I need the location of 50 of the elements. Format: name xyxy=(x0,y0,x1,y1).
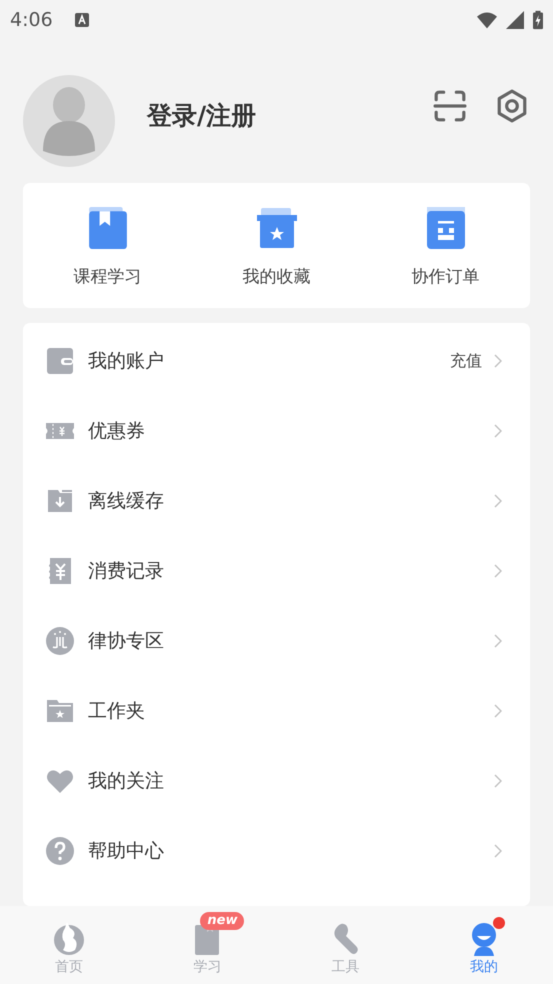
chevron-icon xyxy=(494,424,502,438)
menu-label: 工作夹 xyxy=(88,699,145,724)
battery-icon xyxy=(533,10,543,30)
new-badge: new xyxy=(200,912,244,930)
star-box-icon xyxy=(256,207,296,249)
menu-label: 消费记录 xyxy=(88,559,164,584)
menu-item[interactable]: 离线缓存 xyxy=(23,466,530,536)
download-folder-icon xyxy=(46,487,74,515)
creature-logo-icon xyxy=(52,922,86,956)
menu-item[interactable]: 我的账户 充值 xyxy=(23,326,530,396)
shortcut-label: 协作订单 xyxy=(412,266,480,288)
scan-icon[interactable] xyxy=(433,89,467,123)
chevron-icon xyxy=(494,704,502,718)
receipt-icon xyxy=(46,557,74,585)
menu-item[interactable]: 优惠券 xyxy=(23,396,530,466)
chevron-icon xyxy=(494,564,502,578)
status-time: 4:06 xyxy=(10,9,53,31)
menu-value: 充值 xyxy=(450,350,482,372)
signal-icon xyxy=(505,11,525,29)
menu-label: 我的关注 xyxy=(88,769,164,794)
chevron-icon xyxy=(494,844,502,858)
help-icon xyxy=(46,837,74,865)
menu-item[interactable]: 消费记录 xyxy=(23,536,530,606)
menu-label: 帮助中心 xyxy=(88,839,164,864)
menu-item[interactable]: 工作夹 xyxy=(23,676,530,746)
shortcut-label: 我的收藏 xyxy=(242,266,310,288)
wallet-icon xyxy=(46,347,74,375)
shortcut-item[interactable]: 协作订单 xyxy=(361,203,530,288)
chevron-icon xyxy=(494,494,502,508)
shortcut-item[interactable]: 课程学习 xyxy=(23,203,192,288)
menu-label: 离线缓存 xyxy=(88,489,164,514)
emblem-icon xyxy=(46,627,74,655)
menu-item[interactable]: 我的关注 xyxy=(23,746,530,816)
settings-icon[interactable] xyxy=(495,89,529,123)
shortcut-item[interactable]: 我的收藏 xyxy=(192,203,361,288)
order-icon xyxy=(426,207,466,249)
book-icon xyxy=(88,207,128,249)
menu-item[interactable]: 帮助中心 xyxy=(23,816,530,886)
menu-label: 律协专区 xyxy=(88,629,164,654)
menu-label: 优惠券 xyxy=(88,419,145,444)
wifi-icon xyxy=(477,11,497,29)
shortcut-label: 课程学习 xyxy=(74,266,142,288)
chevron-icon xyxy=(494,634,502,648)
menu-item[interactable]: 律协专区 xyxy=(23,606,530,676)
menu-label: 我的账户 xyxy=(88,349,164,374)
chevron-icon xyxy=(494,354,502,368)
keyboard-notification-icon xyxy=(74,13,89,27)
login-register-link[interactable]: 登录/注册 xyxy=(147,98,256,132)
chevron-icon xyxy=(494,774,502,788)
star-folder-icon xyxy=(46,697,74,725)
